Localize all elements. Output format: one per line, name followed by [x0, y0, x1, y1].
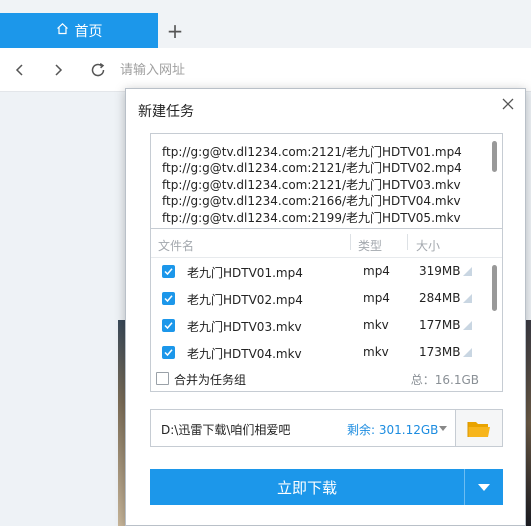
file-name: 老九门HDTV02.mp4 — [187, 293, 303, 307]
dialog-title: 新建任务 — [138, 104, 194, 120]
address-input[interactable] — [120, 58, 360, 82]
file-size: 177MB — [419, 318, 461, 332]
close-icon — [502, 98, 514, 110]
chevron-down-icon[interactable] — [439, 426, 447, 431]
check-icon — [164, 322, 173, 330]
merge-checkbox[interactable] — [156, 372, 169, 385]
header-divider — [151, 257, 502, 258]
file-type: mp4 — [363, 291, 390, 305]
file-checkbox[interactable] — [162, 346, 175, 359]
file-name: 老九门HDTV01.mp4 — [187, 266, 303, 280]
file-checkbox[interactable] — [162, 292, 175, 305]
file-type: mkv — [363, 345, 389, 359]
file-list-scrollbar[interactable] — [492, 265, 497, 311]
url-line: ftp://g:g@tv.dl1234.com:2121/老九门HDTV01.m… — [162, 145, 462, 159]
tab-home[interactable]: 首页 — [0, 13, 158, 48]
file-type: mkv — [363, 318, 389, 332]
download-now-button[interactable]: 立即下载 — [150, 469, 464, 505]
forward-icon — [55, 64, 63, 76]
file-checkbox[interactable] — [162, 265, 175, 278]
new-task-dialog: 新建任务 ftp://g:g@tv.dl1234.com:2121/老九门HDT… — [125, 88, 526, 526]
file-type: mp4 — [363, 264, 390, 278]
nav-bar — [0, 48, 531, 92]
file-row[interactable]: 老九门HDTV04.mkv mkv 173MB — [151, 340, 496, 367]
download-options-button[interactable] — [464, 469, 503, 505]
home-icon — [56, 22, 69, 39]
chevron-down-icon — [478, 483, 490, 491]
folder-icon — [467, 421, 490, 437]
file-row[interactable]: 老九门HDTV02.mp4 mp4 284MB — [151, 286, 496, 313]
file-row[interactable]: 老九门HDTV01.mp4 mp4 319MB — [151, 259, 496, 286]
merge-label[interactable]: 合并为任务组 — [174, 371, 246, 388]
back-button[interactable] — [8, 58, 32, 82]
file-checkbox[interactable] — [162, 319, 175, 332]
file-name: 老九门HDTV03.mkv — [187, 320, 302, 334]
file-size: 173MB — [419, 345, 461, 359]
file-size: 319MB — [419, 264, 461, 278]
file-list: 文件名 类型 大小 老九门HDTV01.mp4 mp4 319MB 老九门HDT… — [150, 229, 503, 392]
resize-grip-icon — [463, 348, 472, 357]
free-space-label: 剩余: 301.12GB — [347, 423, 439, 437]
browse-folder-button[interactable] — [455, 409, 503, 447]
resize-grip-icon — [463, 321, 472, 330]
new-tab-button[interactable]: + — [164, 20, 186, 42]
total-size: 总：16.1GB — [410, 373, 479, 387]
url-line: ftp://g:g@tv.dl1234.com:2199/老九门HDTV05.m… — [162, 211, 461, 225]
back-icon — [15, 64, 23, 76]
url-scrollbar[interactable] — [492, 141, 497, 172]
tab-home-label: 首页 — [74, 23, 103, 40]
file-size: 284MB — [419, 291, 461, 305]
file-name: 老九门HDTV04.mkv — [187, 347, 302, 361]
resize-grip-icon — [463, 267, 472, 276]
forward-button[interactable] — [46, 58, 70, 82]
refresh-icon — [91, 62, 105, 77]
refresh-button[interactable] — [86, 58, 110, 82]
save-path-value: D:\迅雷下载\咱们相爱吧 — [161, 423, 291, 437]
check-icon — [164, 349, 173, 357]
check-icon — [164, 295, 173, 303]
column-header-size[interactable]: 大小 — [416, 237, 440, 254]
column-separator — [407, 234, 408, 250]
close-button[interactable] — [499, 95, 517, 113]
column-header-type[interactable]: 类型 — [358, 237, 382, 254]
url-line: ftp://g:g@tv.dl1234.com:2166/老九门HDTV04.m… — [162, 194, 461, 208]
tab-bar: 首页 + — [0, 0, 531, 48]
url-textarea[interactable]: ftp://g:g@tv.dl1234.com:2121/老九门HDTV01.m… — [150, 133, 503, 229]
url-line: ftp://g:g@tv.dl1234.com:2121/老九门HDTV03.m… — [162, 178, 461, 192]
file-row[interactable]: 老九门HDTV03.mkv mkv 177MB — [151, 313, 496, 340]
check-icon — [164, 268, 173, 276]
column-header-name[interactable]: 文件名 — [158, 237, 194, 254]
url-line: ftp://g:g@tv.dl1234.com:2121/老九门HDTV02.m… — [162, 161, 462, 175]
save-path-select[interactable]: D:\迅雷下载\咱们相爱吧 剩余: 301.12GB — [150, 409, 456, 447]
column-separator — [350, 234, 351, 250]
resize-grip-icon — [463, 294, 472, 303]
